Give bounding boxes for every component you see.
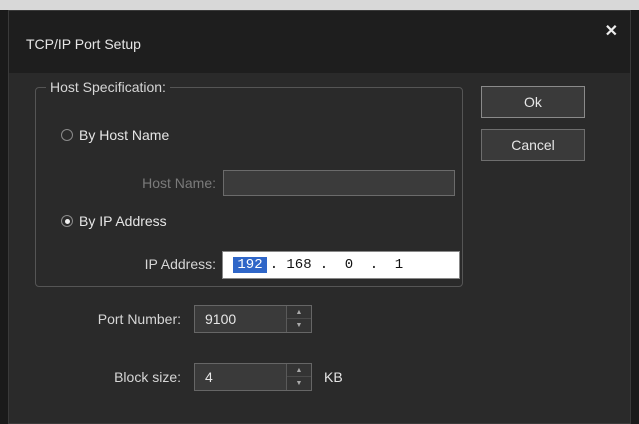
spin-up-icon[interactable]: ▲ bbox=[287, 364, 311, 377]
ip-octet-2[interactable]: 168 bbox=[281, 257, 317, 273]
block-size-spin-buttons: ▲ ▼ bbox=[286, 364, 311, 390]
title-bar[interactable]: TCP/IP Port Setup ✕ bbox=[9, 11, 630, 73]
port-number-value: 9100 bbox=[205, 311, 237, 327]
host-specification-legend: Host Specification: bbox=[46, 79, 170, 95]
by-ip-address-radio[interactable] bbox=[61, 215, 73, 227]
dialog-title: TCP/IP Port Setup bbox=[26, 36, 141, 52]
close-icon[interactable]: ✕ bbox=[605, 21, 618, 41]
cancel-button[interactable]: Cancel bbox=[481, 129, 585, 161]
ip-octet-3[interactable]: 0 bbox=[331, 257, 367, 273]
dialog-body: Host Specification: By Host Name Host Na… bbox=[9, 73, 630, 423]
by-ip-address-radio-row[interactable]: By IP Address bbox=[61, 213, 167, 229]
ok-button[interactable]: Ok bbox=[481, 86, 585, 118]
spin-up-icon[interactable]: ▲ bbox=[287, 306, 311, 319]
spin-down-icon[interactable]: ▼ bbox=[287, 377, 311, 390]
tcpip-port-setup-dialog: TCP/IP Port Setup ✕ Host Specification: … bbox=[8, 10, 631, 424]
block-size-value: 4 bbox=[205, 369, 213, 385]
block-size-spinner[interactable]: 4 ▲ ▼ bbox=[194, 363, 312, 391]
ip-address-input[interactable]: 192 . 168 . 0 . 1 bbox=[222, 251, 460, 279]
ip-address-label: IP Address: bbox=[144, 256, 216, 272]
ip-separator: . bbox=[319, 257, 329, 273]
host-specification-group: Host Specification: By Host Name Host Na… bbox=[35, 79, 463, 287]
by-host-name-label: By Host Name bbox=[79, 127, 170, 143]
block-size-unit: KB bbox=[324, 369, 343, 385]
port-number-label: Port Number: bbox=[97, 311, 181, 327]
by-ip-address-label: By IP Address bbox=[79, 213, 167, 229]
port-number-spin-buttons: ▲ ▼ bbox=[286, 306, 311, 332]
ip-octet-1[interactable]: 192 bbox=[233, 257, 267, 273]
ip-separator: . bbox=[269, 257, 279, 273]
host-name-input[interactable] bbox=[223, 170, 455, 196]
background-window-strip bbox=[0, 0, 639, 10]
spin-down-icon[interactable]: ▼ bbox=[287, 319, 311, 332]
by-host-name-radio[interactable] bbox=[61, 129, 73, 141]
host-name-label: Host Name: bbox=[142, 175, 216, 191]
block-size-label: Block size: bbox=[114, 369, 181, 385]
port-number-spinner[interactable]: 9100 ▲ ▼ bbox=[194, 305, 312, 333]
by-host-name-radio-row[interactable]: By Host Name bbox=[61, 127, 169, 143]
ip-separator: . bbox=[369, 257, 379, 273]
ip-octet-4[interactable]: 1 bbox=[381, 257, 417, 273]
